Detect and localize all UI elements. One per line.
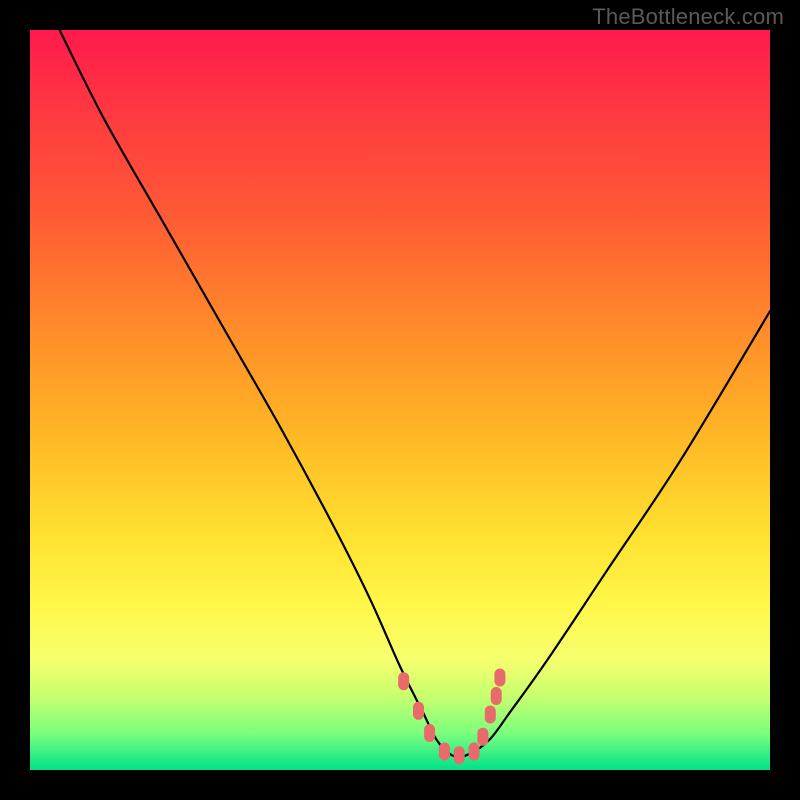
bottleneck-curve: [60, 30, 770, 757]
marker-point: [424, 724, 435, 742]
marker-point: [398, 672, 409, 690]
chart-frame: TheBottleneck.com: [0, 0, 800, 800]
marker-point: [477, 728, 488, 746]
marker-point: [454, 746, 465, 764]
marker-point: [413, 702, 424, 720]
marker-point: [485, 706, 496, 724]
marker-point: [491, 687, 502, 705]
plot-area: [30, 30, 770, 770]
watermark-text: TheBottleneck.com: [592, 4, 784, 30]
marker-group: [398, 669, 505, 765]
marker-point: [494, 669, 505, 687]
marker-point: [469, 743, 480, 761]
marker-point: [439, 743, 450, 761]
curve-svg: [30, 30, 770, 770]
